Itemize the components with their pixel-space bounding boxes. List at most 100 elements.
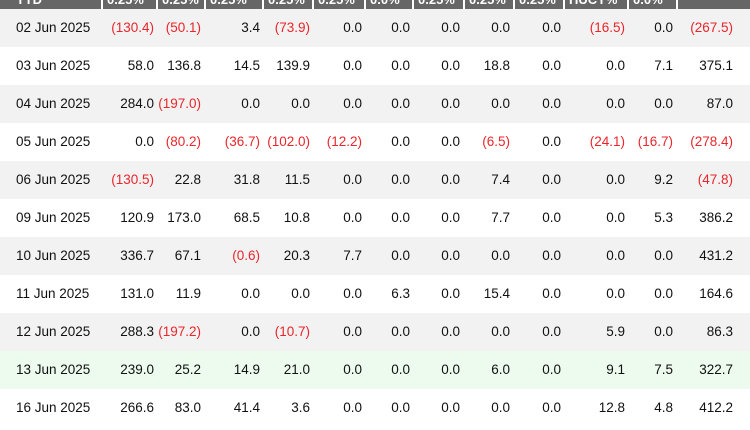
- header-separator: [262, 0, 264, 9]
- value-cell: 10.8: [283, 210, 310, 225]
- value-cell: 0.0: [391, 324, 410, 339]
- value-cell: 0.0: [441, 134, 460, 149]
- value-cell: 0.0: [441, 172, 460, 187]
- value-cell: (102.0): [267, 134, 310, 149]
- table-row: 04 Jun 2025 284.0 (197.0) 0.0 0.0 0.0 0.0 0.0 0.…: [0, 85, 750, 123]
- header-separator: [101, 0, 103, 9]
- value-cell: 0.0: [241, 96, 260, 111]
- header-separator: [627, 0, 629, 9]
- value-cell: 0.0: [606, 286, 625, 301]
- header-cell: 0.25%: [469, 0, 506, 6]
- value-cell: 7.7: [343, 248, 362, 263]
- value-cell: 0.0: [542, 400, 561, 415]
- value-cell: (0.6): [232, 248, 260, 263]
- total-cell: (267.5): [690, 20, 733, 35]
- table-row: 06 Jun 2025 (130.5) 22.8 31.8 11.5 0.0 0.0 0.0 7…: [0, 161, 750, 199]
- date-cell: 13 Jun 2025: [16, 362, 91, 377]
- value-cell: 0.0: [441, 210, 460, 225]
- value-cell: 0.0: [391, 400, 410, 415]
- value-cell: 5.9: [606, 324, 625, 339]
- value-cell: 0.0: [343, 286, 362, 301]
- value-cell: 14.5: [233, 58, 260, 73]
- date-cell: 09 Jun 2025: [16, 210, 91, 225]
- header-separator: [204, 0, 206, 9]
- date-cell: 04 Jun 2025: [16, 96, 91, 111]
- total-cell: 375.1: [699, 58, 733, 73]
- header-separator: [312, 0, 314, 9]
- value-cell: (24.1): [589, 134, 625, 149]
- value-cell: 0.0: [654, 324, 673, 339]
- value-cell: (16.7): [637, 134, 673, 149]
- value-cell: 0.0: [343, 58, 362, 73]
- value-cell: 22.8: [174, 172, 201, 187]
- value-cell: 0.0: [441, 248, 460, 263]
- value-cell: 0.0: [441, 58, 460, 73]
- table-row: 10 Jun 2025 336.7 67.1 (0.6) 20.3 7.7 0.0 0.0 0.…: [0, 237, 750, 275]
- date-cell: 02 Jun 2025: [16, 20, 91, 35]
- value-cell: 0.0: [441, 96, 460, 111]
- value-cell: 20.3: [283, 248, 310, 263]
- header-cell: 0.25%: [268, 0, 305, 6]
- value-cell: 0.0: [542, 96, 561, 111]
- value-cell: 0.0: [391, 96, 410, 111]
- date-cell: 16 Jun 2025: [16, 400, 91, 415]
- value-cell: 0.0: [391, 210, 410, 225]
- value-cell: 0.0: [654, 248, 673, 263]
- value-cell: 0.0: [542, 286, 561, 301]
- value-cell: 11.9: [175, 286, 201, 301]
- value-cell: (73.9): [274, 20, 310, 35]
- value-cell: 136.8: [167, 58, 201, 73]
- value-cell: 0.0: [391, 362, 410, 377]
- header-cell: 0.0%: [370, 0, 400, 6]
- value-cell: 9.1: [606, 362, 625, 377]
- total-cell: 322.7: [699, 362, 733, 377]
- value-cell: 6.0: [491, 362, 510, 377]
- table-body: 02 Jun 2025 (130.4) (50.1) 3.4 (73.9) 0.0 0.0 0…: [0, 9, 750, 427]
- table-row: 16 Jun 2025 266.6 83.0 41.4 3.6 0.0 0.0 0.0 0.0 0…: [0, 389, 750, 427]
- header-cell: 0.25%: [162, 0, 199, 6]
- date-cell: 11 Jun 2025: [16, 286, 90, 301]
- value-cell: 7.4: [491, 172, 510, 187]
- header-cell: 0.25%: [210, 0, 247, 6]
- table-row: 05 Jun 2025 0.0 (80.2) (36.7) (102.0) (12.2) 0…: [0, 123, 750, 161]
- value-cell: 336.7: [120, 248, 154, 263]
- value-cell: 0.0: [542, 248, 561, 263]
- value-cell: 12.8: [598, 400, 625, 415]
- value-cell: 0.0: [542, 324, 561, 339]
- date-cell: 05 Jun 2025: [16, 134, 91, 149]
- header-separator: [513, 0, 515, 9]
- value-cell: 0.0: [542, 362, 561, 377]
- value-cell: 7.1: [654, 58, 673, 73]
- total-cell: 431.2: [699, 248, 733, 263]
- value-cell: 0.0: [391, 172, 410, 187]
- value-cell: 21.0: [283, 362, 310, 377]
- table-header: YTD 0.25% 0.25% 0.25% 0.25% 0.25% 0.0% 0.25% 0.2…: [0, 0, 750, 9]
- value-cell: 0.0: [391, 20, 410, 35]
- value-cell: (80.2): [165, 134, 201, 149]
- value-cell: 41.4: [233, 400, 260, 415]
- value-cell: 0.0: [441, 362, 460, 377]
- value-cell: 11.5: [284, 172, 310, 187]
- total-cell: 386.2: [699, 210, 733, 225]
- value-cell: 58.0: [127, 58, 154, 73]
- header-cell: YTD: [16, 0, 42, 6]
- value-cell: 0.0: [491, 400, 510, 415]
- value-cell: 0.0: [343, 210, 362, 225]
- value-cell: 6.3: [391, 286, 410, 301]
- value-cell: 0.0: [391, 134, 410, 149]
- total-cell: (278.4): [690, 134, 733, 149]
- table-row: 09 Jun 2025 120.9 173.0 68.5 10.8 0.0 0.0 0.0 7.…: [0, 199, 750, 237]
- value-cell: 0.0: [654, 96, 673, 111]
- value-cell: 0.0: [606, 210, 625, 225]
- value-cell: 67.1: [174, 248, 201, 263]
- value-cell: 0.0: [441, 400, 460, 415]
- date-cell: 10 Jun 2025: [16, 248, 91, 263]
- value-cell: (130.4): [111, 20, 154, 35]
- value-cell: 139.9: [276, 58, 310, 73]
- value-cell: 0.0: [542, 210, 561, 225]
- value-cell: 0.0: [343, 20, 362, 35]
- flows-table: YTD 0.25% 0.25% 0.25% 0.25% 0.25% 0.0% 0.25% 0.2…: [0, 0, 750, 427]
- value-cell: 284.0: [120, 96, 154, 111]
- header-cell: 0.25%: [418, 0, 455, 6]
- value-cell: 0.0: [291, 96, 310, 111]
